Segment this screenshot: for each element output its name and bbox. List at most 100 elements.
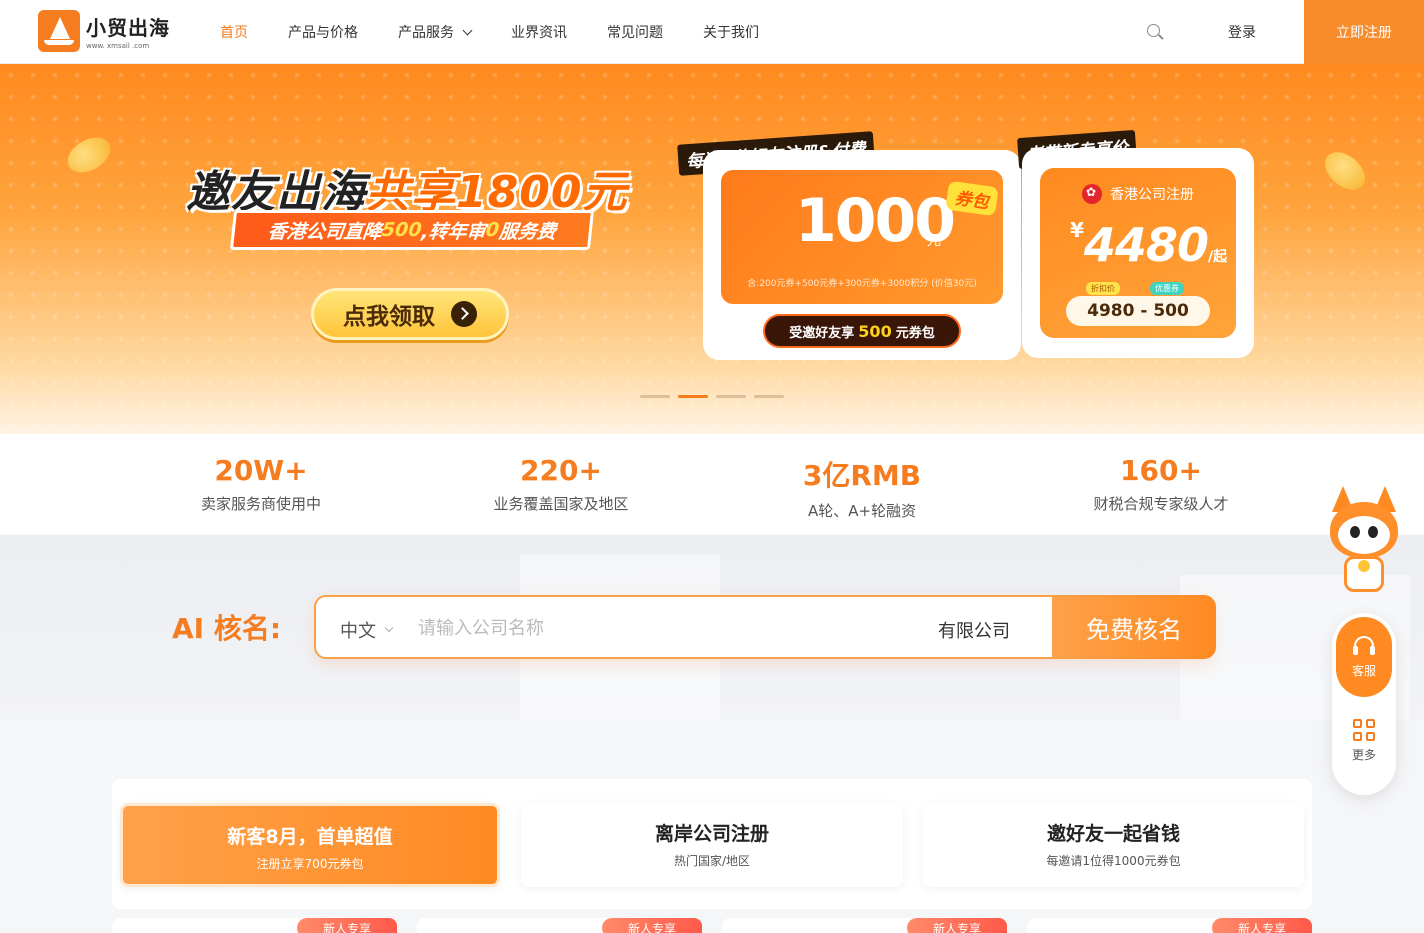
hk-price-number: 4480 (1083, 218, 1209, 272)
subline-part1: 香港公司直降 (266, 220, 383, 243)
promo-title: 离岸公司注册 (654, 823, 769, 845)
stat-value: 20W+ (214, 454, 308, 487)
carousel-dot-3[interactable] (716, 395, 746, 398)
product-card[interactable]: 新人专享 (1027, 918, 1312, 933)
new-user-tag: 新人专享 (602, 918, 702, 933)
hk-price: ¥4480/起 (1070, 218, 1227, 272)
product-card[interactable]: 新人专享 (417, 918, 702, 933)
logo-subtitle: www. xmsail .com (86, 42, 150, 50)
hk-inner: 香港公司注册 ¥4480/起 折扣价 优惠券 4980 - 500 (1040, 168, 1236, 338)
hk-title: 香港公司注册 (1040, 184, 1236, 204)
free-name-check-button[interactable]: 免费核名 (1052, 595, 1216, 659)
voucher-note: 含:200元券+500元券+300元券+3000积分 (价值30元) (747, 279, 977, 289)
promo-tabs: 新客8月，首单超值 注册立享700元券包 离岸公司注册 热门国家/地区 邀好友一… (112, 779, 1312, 909)
stat-value: 3亿RMB (802, 459, 922, 492)
coupon-tag: 优惠券 (1150, 282, 1184, 295)
main-nav: 首页 产品与价格 产品服务 业界资讯 常见问题 关于我们 (220, 0, 799, 64)
hk-tags: 折扣价 优惠券 (1086, 282, 1184, 295)
search-icon[interactable] (1147, 24, 1164, 41)
more-button[interactable]: 更多 (1336, 719, 1392, 779)
carousel-dot-2[interactable] (678, 395, 708, 398)
login-link[interactable]: 登录 (1228, 22, 1256, 42)
new-user-tag: 新人专享 (297, 918, 397, 933)
promo-sub: 热门国家/地区 (673, 854, 751, 868)
logo[interactable]: 小贸出海 www. xmsail .com (38, 10, 170, 52)
nav-about[interactable]: 关于我们 (703, 22, 759, 42)
promo-title: 邀好友一起省钱 (1046, 823, 1180, 845)
promo-sub: 注册立享700元券包 (256, 857, 364, 871)
customer-service-label: 客服 (1351, 663, 1376, 678)
chevron-down-icon (462, 25, 473, 35)
voucher-btn-prefix: 受邀好友享 (789, 325, 855, 341)
register-button[interactable]: 立即注册 (1304, 0, 1424, 64)
promo-new-customer[interactable]: 新客8月，首单超值 注册立享700元券包 (120, 803, 500, 887)
ai-name-check-label: AI 核名: (172, 612, 282, 645)
carousel-indicators (640, 395, 784, 398)
discount-tag: 折扣价 (1086, 282, 1120, 295)
promo-invite-friends[interactable]: 邀好友一起省钱 每邀请1位得1000元券包 (923, 803, 1304, 887)
stat-label: A轮、A+轮融资 (807, 502, 917, 520)
company-suffix: 有限公司 (938, 621, 1010, 642)
language-select[interactable]: 中文 (340, 617, 394, 643)
sailboat-logo-icon (38, 10, 80, 52)
nav-home[interactable]: 首页 (220, 22, 248, 42)
customer-service-button[interactable]: 客服 (1336, 617, 1392, 697)
product-card[interactable]: 新人专享 (112, 918, 397, 933)
stats-bar: 20W+ 卖家服务商使用中 220+ 业务覆盖国家及地区 3亿RMB A轮、A+… (0, 434, 1424, 534)
hk-currency: ¥ (1070, 218, 1084, 242)
claim-label: 点我领取 (343, 304, 435, 330)
stat-value: 160+ (1120, 454, 1202, 487)
ai-name-check-section: AI 核名: 中文 有限公司 免费核名 (0, 535, 1424, 720)
carousel-dot-4[interactable] (754, 395, 784, 398)
stat-label: 财税合规专家级人才 (1093, 495, 1229, 513)
headset-icon (1353, 635, 1375, 658)
new-user-tag: 新人专享 (907, 918, 1007, 933)
mascot-cat[interactable] (1326, 486, 1402, 602)
subline-part2: ,转年审 (420, 220, 487, 243)
promo-sub: 每邀请1位得1000元券包 (1046, 854, 1181, 868)
claim-button[interactable]: 点我领取 (311, 288, 509, 340)
hk-price-per: /起 (1207, 249, 1228, 265)
nav-industry-news[interactable]: 业界资讯 (511, 22, 567, 42)
stat-item: 160+ 财税合规专家级人才 (1011, 454, 1311, 514)
hk-company-card[interactable]: 香港公司注册 ¥4480/起 折扣价 优惠券 4980 - 500 (1022, 148, 1254, 358)
promo-title: 新客8月，首单超值 (227, 826, 393, 848)
stat-label: 卖家服务商使用中 (200, 495, 321, 513)
banner-subline: 香港公司直降 500 ,转年审 0 服务费 (229, 210, 595, 250)
invite-voucher-button[interactable]: 受邀好友享 500 元券包 (763, 314, 961, 348)
nav-product-services[interactable]: 产品服务 (398, 22, 473, 42)
ai-name-check-box: 中文 有限公司 免费核名 (314, 595, 1216, 659)
stat-item: 20W+ 卖家服务商使用中 (111, 454, 411, 514)
site-header: 小贸出海 www. xmsail .com 首页 产品与价格 产品服务 业界资讯… (0, 0, 1424, 64)
nav-product-services-label: 产品服务 (398, 25, 454, 41)
chevron-down-icon (384, 623, 394, 633)
subline-part3: 服务费 (497, 220, 558, 243)
nav-faq[interactable]: 常见问题 (607, 22, 663, 42)
stat-item: 3亿RMB A轮、A+轮融资 (712, 454, 1012, 521)
grid-icon (1353, 719, 1375, 741)
carousel-dot-1[interactable] (640, 395, 670, 398)
stat-item: 220+ 业务覆盖国家及地区 (411, 454, 711, 514)
promo-offshore-company[interactable]: 离岸公司注册 热门国家/地区 (521, 803, 903, 887)
arrow-right-icon (451, 301, 477, 327)
voucher-btn-amount: 500 (858, 321, 892, 341)
product-card[interactable]: 新人专享 (722, 918, 1007, 933)
stat-value: 220+ (520, 454, 602, 487)
hero-banner[interactable]: 邀友出海共享1800元 香港公司直降500,转年审0服务费 点我领取 每邀1位好… (0, 64, 1424, 434)
more-label: 更多 (1351, 748, 1376, 762)
logo-title: 小贸出海 (86, 16, 170, 40)
voucher-btn-suffix: 元券包 (895, 325, 935, 341)
voucher-unit: 元 (927, 233, 941, 249)
floating-side-panel: 客服 更多 (1332, 613, 1396, 795)
hk-title-text: 香港公司注册 (1110, 187, 1194, 203)
language-value: 中文 (340, 621, 376, 642)
voucher-card[interactable]: 1000 元 券包 含:200元券+500元券+300元券+3000积分 (价值… (703, 150, 1021, 360)
new-user-tag: 新人专享 (1212, 918, 1312, 933)
hk-price-calc: 4980 - 500 (1066, 296, 1210, 326)
stat-label: 业务覆盖国家及地区 (493, 495, 629, 513)
company-name-input[interactable] (418, 611, 918, 645)
voucher-inner: 1000 元 券包 含:200元券+500元券+300元券+3000积分 (价值… (721, 170, 1003, 304)
subline-num1: 500 (380, 219, 423, 241)
nav-products-pricing[interactable]: 产品与价格 (288, 22, 358, 42)
hong-kong-flag-icon (1082, 184, 1102, 204)
